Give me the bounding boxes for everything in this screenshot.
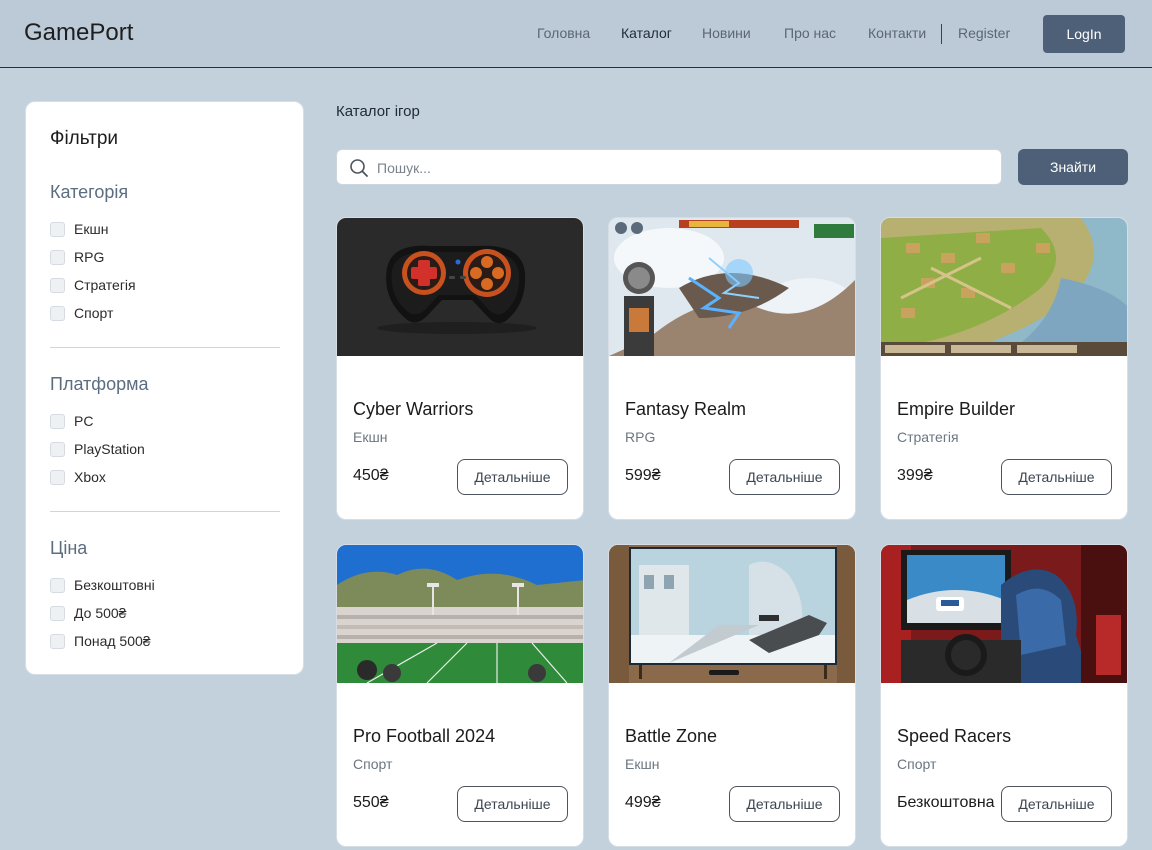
- checkbox-label: Безкоштовні: [74, 577, 155, 593]
- game-card[interactable]: Fantasy Realm RPG 599₴ Детальніше: [608, 217, 856, 520]
- checkbox-label: Екшн: [74, 221, 109, 237]
- details-button[interactable]: Детальніше: [1001, 786, 1112, 822]
- filter-platform-pc[interactable]: PC: [50, 412, 93, 430]
- nav-about-link[interactable]: Про нас: [784, 25, 836, 41]
- filter-category-action[interactable]: Екшн: [50, 220, 108, 238]
- checkbox-label: PC: [74, 413, 94, 429]
- filters-panel: Фільтри Категорія Екшн RPG Стратегія Спо…: [25, 101, 304, 675]
- game-card[interactable]: Battle Zone Екшн 499₴ Детальніше: [608, 544, 856, 847]
- game-card[interactable]: Speed Racers Спорт Безкоштовна Детальніш…: [880, 544, 1128, 847]
- game-title[interactable]: Cyber Warriors: [353, 399, 473, 420]
- game-cover-image: [609, 545, 855, 683]
- game-price: 399₴: [897, 467, 933, 484]
- game-genre: Екшн: [625, 756, 660, 772]
- filter-category-rpg[interactable]: RPG: [50, 248, 104, 266]
- filter-price-free[interactable]: Безкоштовні: [50, 576, 155, 594]
- game-card[interactable]: Cyber Warriors Екшн 450₴ Детальніше: [336, 217, 584, 520]
- game-price: 599₴: [625, 467, 661, 484]
- filter-group-category-title: Категорія: [50, 182, 129, 202]
- checkbox-label: Xbox: [74, 469, 106, 485]
- game-price: 499₴: [625, 794, 661, 811]
- game-cover-image: [881, 545, 1127, 683]
- game-title[interactable]: Battle Zone: [625, 726, 717, 747]
- game-title[interactable]: Pro Football 2024: [353, 726, 495, 747]
- filter-divider: [50, 511, 280, 512]
- details-button[interactable]: Детальніше: [729, 786, 840, 822]
- game-price: 450₴: [353, 467, 389, 484]
- main-nav: Головна Каталог Новини Про нас Контакти …: [0, 24, 1152, 44]
- filter-category-sport[interactable]: Спорт: [50, 304, 113, 322]
- game-title[interactable]: Speed Racers: [897, 726, 1011, 747]
- top-header: GamePort Головна Каталог Новини Про нас …: [0, 0, 1152, 68]
- checkbox-label: PlayStation: [74, 441, 145, 457]
- checkbox-label: Спорт: [74, 305, 114, 321]
- details-button[interactable]: Детальніше: [457, 459, 568, 495]
- checkbox[interactable]: [50, 413, 65, 429]
- checkbox[interactable]: [50, 249, 65, 265]
- nav-news-link[interactable]: Новини: [702, 25, 751, 41]
- game-title[interactable]: Empire Builder: [897, 399, 1015, 420]
- checkbox[interactable]: [50, 277, 65, 293]
- checkbox-label: Стратегія: [74, 277, 136, 293]
- search-button[interactable]: Знайти: [1018, 149, 1128, 185]
- filter-category-strategy[interactable]: Стратегія: [50, 276, 136, 294]
- details-button[interactable]: Детальніше: [1001, 459, 1112, 495]
- filter-platform-playstation[interactable]: PlayStation: [50, 440, 145, 458]
- game-genre: RPG: [625, 429, 656, 445]
- filter-price-over-500[interactable]: Понад 500₴: [50, 632, 151, 650]
- checkbox[interactable]: [50, 633, 65, 649]
- checkbox[interactable]: [50, 305, 65, 321]
- details-button[interactable]: Детальніше: [729, 459, 840, 495]
- nav-contacts-link[interactable]: Контакти: [868, 25, 926, 41]
- game-title[interactable]: Fantasy Realm: [625, 399, 746, 420]
- checkbox[interactable]: [50, 221, 65, 237]
- game-cover-image: [337, 545, 583, 683]
- checkbox[interactable]: [50, 577, 65, 593]
- filter-price-under-500[interactable]: До 500₴: [50, 604, 126, 622]
- game-price: Безкоштовна: [897, 794, 995, 811]
- filter-platform-xbox[interactable]: Xbox: [50, 468, 106, 486]
- filter-group-platform-title: Платформа: [50, 374, 149, 394]
- details-button[interactable]: Детальніше: [457, 786, 568, 822]
- search-bar[interactable]: [336, 149, 1002, 185]
- game-genre: Стратегія: [897, 429, 959, 445]
- filter-group-price-title: Ціна: [50, 538, 88, 558]
- game-card[interactable]: Empire Builder Стратегія 399₴ Детальніше: [880, 217, 1128, 520]
- checkbox[interactable]: [50, 441, 65, 457]
- checkbox-label: RPG: [74, 249, 105, 265]
- checkbox[interactable]: [50, 469, 65, 485]
- nav-divider: [941, 24, 942, 44]
- game-price: 550₴: [353, 794, 389, 811]
- game-genre: Екшн: [353, 429, 388, 445]
- checkbox[interactable]: [50, 605, 65, 621]
- search-input[interactable]: [377, 157, 977, 179]
- filter-divider: [50, 347, 280, 348]
- checkbox-label: До 500₴: [74, 605, 127, 621]
- checkbox-label: Понад 500₴: [74, 633, 151, 649]
- nav-home-link[interactable]: Головна: [537, 25, 590, 41]
- game-cover-image: [881, 218, 1127, 356]
- login-button[interactable]: LogIn: [1043, 15, 1125, 53]
- page-title: Каталог ігор: [336, 103, 420, 120]
- filters-title: Фільтри: [50, 128, 119, 149]
- search-icon: [350, 159, 368, 177]
- game-cover-image: [337, 218, 583, 356]
- game-cover-image: [609, 218, 855, 356]
- game-card[interactable]: Pro Football 2024 Спорт 550₴ Детальніше: [336, 544, 584, 847]
- nav-catalog-link[interactable]: Каталог: [621, 25, 672, 41]
- game-genre: Спорт: [897, 756, 937, 772]
- nav-register-link[interactable]: Register: [958, 25, 1010, 41]
- game-genre: Спорт: [353, 756, 393, 772]
